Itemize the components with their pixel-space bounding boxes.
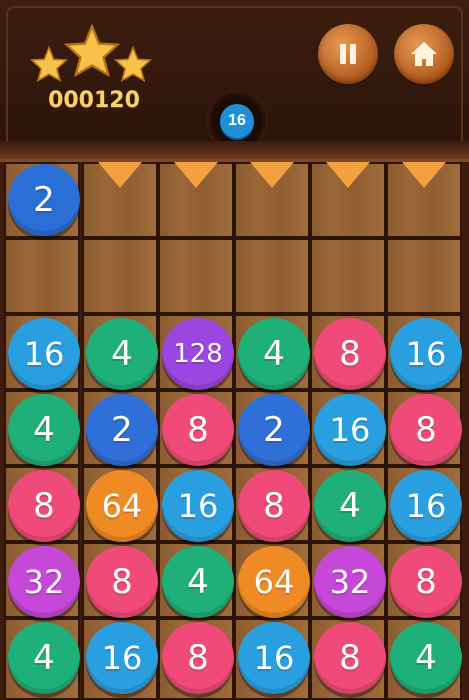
ball-value: 4 (415, 638, 437, 678)
number-ball[interactable]: 32 (8, 546, 80, 618)
ball-value: 4 (339, 486, 361, 526)
board-cell[interactable] (82, 238, 158, 314)
ball-value: 32 (23, 563, 65, 601)
board-cell[interactable] (158, 238, 234, 314)
column-drop-indicator[interactable] (326, 162, 370, 188)
number-ball[interactable]: 8 (162, 394, 234, 466)
number-ball[interactable]: 64 (86, 470, 158, 542)
ball-value: 4 (187, 562, 209, 602)
ball-value: 2 (111, 410, 133, 450)
star-rating (30, 24, 155, 88)
ball-value: 16 (253, 639, 295, 677)
ball-value: 8 (263, 486, 285, 526)
number-ball[interactable]: 8 (162, 622, 234, 694)
drop-ball[interactable]: 2 (8, 164, 80, 236)
number-ball[interactable]: 8 (314, 318, 386, 390)
number-ball[interactable]: 32 (314, 546, 386, 618)
number-ball[interactable]: 8 (238, 470, 310, 542)
number-ball[interactable]: 128 (162, 318, 234, 390)
number-ball[interactable]: 16 (314, 394, 386, 466)
ball-value: 16 (405, 335, 447, 373)
ball-value: 8 (187, 638, 209, 678)
star-icon (114, 46, 152, 82)
number-ball[interactable]: 16 (390, 318, 462, 390)
ball-value: 2 (263, 410, 285, 450)
ball-value: 16 (329, 411, 371, 449)
ball-value: 8 (339, 334, 361, 374)
number-ball[interactable]: 4 (314, 470, 386, 542)
number-ball[interactable]: 4 (162, 546, 234, 618)
number-ball[interactable]: 8 (86, 546, 158, 618)
ball-value: 64 (101, 487, 143, 525)
home-icon (411, 42, 437, 66)
ball-value: 16 (23, 335, 65, 373)
pause-button[interactable] (318, 24, 378, 84)
star-icon (30, 46, 68, 82)
star-icon (64, 24, 120, 77)
number-ball[interactable]: 8 (314, 622, 386, 694)
home-button[interactable] (394, 24, 454, 84)
number-ball[interactable]: 64 (238, 546, 310, 618)
ball-value: 128 (173, 339, 223, 369)
ball-value: 8 (33, 486, 55, 526)
number-ball[interactable]: 2 (238, 394, 310, 466)
board-cell[interactable] (310, 238, 386, 314)
number-ball[interactable]: 8 (390, 546, 462, 618)
column-drop-indicator[interactable] (402, 162, 446, 188)
next-ball-preview: 16 (206, 90, 268, 152)
number-ball[interactable]: 16 (162, 470, 234, 542)
number-ball[interactable]: 8 (390, 394, 462, 466)
next-ball: 16 (220, 104, 254, 138)
number-ball[interactable]: 8 (8, 470, 80, 542)
pause-icon (340, 44, 356, 64)
board-cell (4, 238, 80, 314)
ball-value: 16 (101, 639, 143, 677)
number-ball[interactable]: 2 (86, 394, 158, 466)
number-ball[interactable]: 16 (86, 622, 158, 694)
number-ball[interactable]: 16 (238, 622, 310, 694)
number-ball[interactable]: 4 (238, 318, 310, 390)
number-ball[interactable]: 4 (8, 622, 80, 694)
ball-value: 4 (33, 410, 55, 450)
ball-value: 4 (263, 334, 285, 374)
column-drop-indicator[interactable] (174, 162, 218, 188)
ball-value: 8 (415, 562, 437, 602)
ball-value: 8 (415, 410, 437, 450)
number-ball[interactable]: 4 (86, 318, 158, 390)
ball-value: 8 (187, 410, 209, 450)
ball-value: 32 (329, 563, 371, 601)
column-drop-indicator[interactable] (98, 162, 142, 188)
column-drop-indicator[interactable] (250, 162, 294, 188)
board-cell[interactable] (386, 238, 462, 314)
ball-value: 4 (111, 334, 133, 374)
ball-value: 8 (111, 562, 133, 602)
number-ball[interactable]: 16 (8, 318, 80, 390)
ball-value: 16 (177, 487, 219, 525)
number-ball[interactable]: 4 (390, 622, 462, 694)
ball-value: 16 (405, 487, 447, 525)
top-bar: 000120 16 (0, 0, 469, 162)
score-display: 000120 (48, 88, 140, 113)
number-ball[interactable]: 4 (8, 394, 80, 466)
ball-value: 2 (33, 180, 55, 220)
number-ball[interactable]: 16 (390, 470, 462, 542)
board-cell[interactable] (234, 238, 310, 314)
ball-value: 8 (339, 638, 361, 678)
ball-value: 64 (253, 563, 295, 601)
ball-value: 4 (33, 638, 55, 678)
